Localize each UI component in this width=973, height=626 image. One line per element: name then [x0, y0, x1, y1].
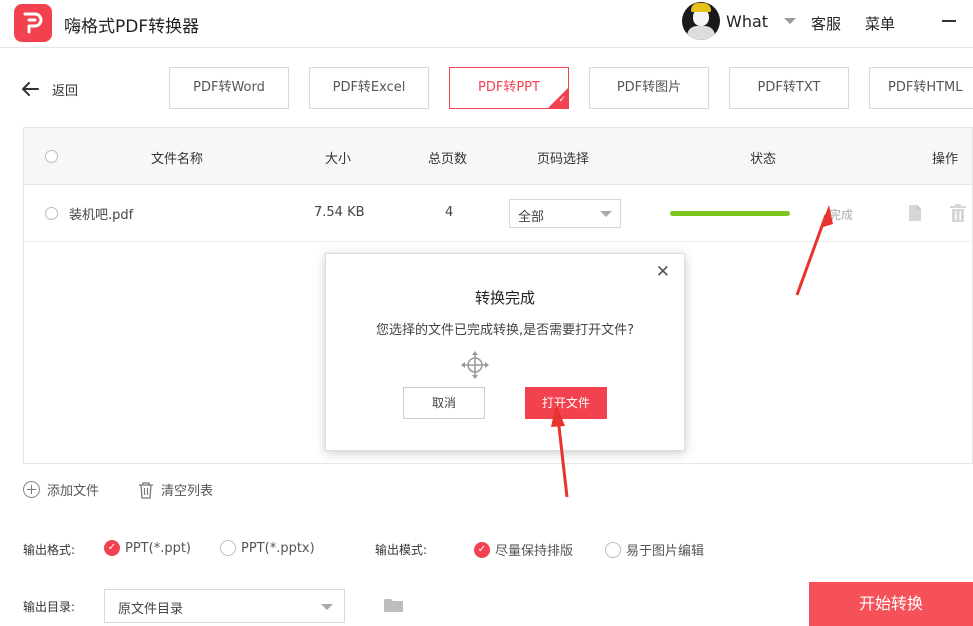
minimize-icon[interactable]: [942, 20, 956, 22]
start-conversion-button[interactable]: 开始转换: [809, 582, 973, 626]
dialog-message: 您选择的文件已完成转换,是否需要打开文件?: [375, 323, 635, 338]
open-file-button[interactable]: 打开文件: [525, 387, 607, 419]
back-button[interactable]: 返回: [20, 78, 78, 100]
output-dir-label: 输出目录:: [23, 600, 76, 614]
output-dir-dropdown[interactable]: 原文件目录: [104, 589, 345, 623]
output-mode-label: 输出模式:: [375, 543, 428, 557]
radio-unchecked-icon: [605, 541, 621, 558]
add-circle-icon: [23, 481, 40, 498]
user-name[interactable]: What: [726, 12, 768, 31]
select-all-radio[interactable]: [45, 150, 58, 163]
app-title: 嗨格式PDF转换器: [64, 17, 200, 37]
clear-list-label: 清空列表: [161, 484, 214, 499]
user-avatar[interactable]: [682, 2, 720, 40]
add-file-button[interactable]: 添加文件: [23, 480, 99, 499]
file-name: 装机吧.pdf: [69, 208, 134, 223]
output-format-label: 输出格式:: [23, 543, 76, 557]
user-dropdown-caret-icon[interactable]: [784, 18, 796, 24]
page-select-dropdown[interactable]: 全部: [509, 199, 621, 228]
mode-option-image-edit[interactable]: 易于图片编辑: [605, 540, 704, 559]
tab-pdf-to-excel[interactable]: PDF转Excel: [309, 67, 429, 109]
mode-option-keep-layout[interactable]: ✓ 尽量保持排版: [474, 540, 573, 559]
radio-unchecked-icon: [220, 540, 236, 556]
table-row: 装机吧.pdf 7.54 KB 4 全部 完成: [24, 185, 972, 242]
column-header-status: 状态: [750, 152, 777, 167]
add-file-label: 添加文件: [47, 484, 100, 499]
chevron-down-icon: [321, 604, 333, 610]
back-label: 返回: [52, 83, 79, 99]
open-file-icon[interactable]: [908, 204, 922, 222]
move-cursor-icon: [461, 351, 489, 379]
delete-trash-icon[interactable]: [950, 204, 966, 222]
chevron-down-icon: [600, 211, 612, 217]
title-bar: 嗨格式PDF转换器 What 客服 菜单: [0, 0, 973, 48]
column-header-page-select: 页码选择: [537, 152, 590, 167]
page-select-value: 全部: [518, 210, 545, 225]
table-header: 文件名称 大小 总页数 页码选择 状态 操作: [24, 128, 972, 185]
tab-pdf-to-html[interactable]: PDF转HTML: [869, 67, 973, 109]
column-header-size: 大小: [325, 152, 352, 167]
row-select-radio[interactable]: [45, 207, 58, 220]
format-option-ppt[interactable]: ✓ PPT(*.ppt): [104, 540, 191, 556]
folder-icon[interactable]: [384, 598, 403, 613]
column-header-pages: 总页数: [428, 152, 468, 167]
tab-pdf-to-word[interactable]: PDF转Word: [169, 67, 289, 109]
radio-checked-icon: ✓: [104, 540, 120, 556]
mode-option-label: 尽量保持排版: [495, 544, 574, 559]
output-dir-value: 原文件目录: [118, 602, 184, 617]
customer-service-button[interactable]: 客服: [811, 13, 841, 34]
tab-pdf-to-image[interactable]: PDF转图片: [589, 67, 709, 109]
radio-checked-icon: ✓: [474, 541, 490, 558]
column-header-actions: 操作: [932, 152, 959, 167]
trash-icon: [139, 481, 153, 499]
mode-option-label: 易于图片编辑: [626, 544, 705, 559]
status-text: 完成: [829, 208, 854, 222]
clear-list-button[interactable]: 清空列表: [137, 480, 213, 499]
conversion-progress-bar: [670, 211, 790, 216]
dialog-title: 转换完成: [474, 289, 535, 307]
close-icon[interactable]: ✕: [656, 262, 670, 282]
cancel-button[interactable]: 取消: [403, 387, 485, 419]
column-header-name: 文件名称: [151, 152, 204, 167]
format-option-label: PPT(*.pptx): [241, 540, 315, 556]
file-pages: 4: [445, 205, 454, 220]
app-logo: [14, 4, 52, 42]
checkmark-icon: ✓: [558, 95, 566, 105]
back-arrow-icon: [22, 82, 39, 96]
format-option-label: PPT(*.ppt): [125, 540, 191, 556]
file-size: 7.54 KB: [314, 205, 365, 220]
tab-pdf-to-txt[interactable]: PDF转TXT: [729, 67, 849, 109]
conversion-complete-dialog: ✕ 转换完成 您选择的文件已完成转换,是否需要打开文件? 取消 打开文件: [325, 253, 685, 451]
format-option-pptx[interactable]: PPT(*.pptx): [220, 540, 315, 556]
tab-pdf-to-ppt[interactable]: PDF转PPT ✓: [449, 67, 569, 109]
menu-button[interactable]: 菜单: [865, 13, 895, 34]
progress-fill: [670, 211, 790, 216]
